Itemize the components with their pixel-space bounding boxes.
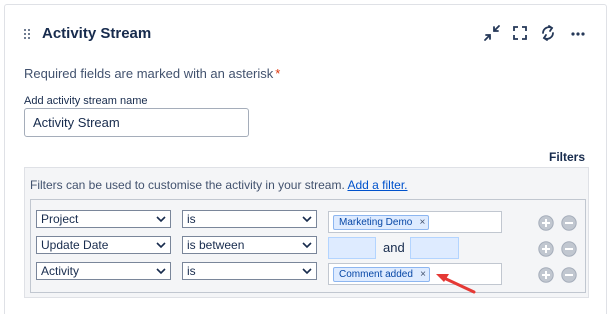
filters-heading: Filters	[548, 150, 585, 164]
stream-name-input[interactable]	[24, 108, 249, 137]
remove-row-icon[interactable]	[561, 215, 577, 231]
filter-field-select-activity[interactable]: Activity	[36, 262, 171, 280]
gadget-title: Activity Stream	[42, 25, 152, 42]
filter-field-value: Project	[41, 212, 79, 226]
and-label: and	[383, 240, 405, 255]
filter-operator-select-activity[interactable]: is	[182, 262, 317, 280]
required-fields-note: Required fields are marked with an aster…	[24, 66, 280, 81]
annotation-arrow-icon	[436, 274, 476, 294]
stream-name-label: Add activity stream name	[24, 95, 148, 107]
remove-tag-icon[interactable]: ×	[420, 268, 426, 281]
add-row-icon[interactable]	[538, 241, 554, 257]
tag-label: Comment added	[339, 269, 413, 280]
filter-operator-select-project[interactable]: is	[182, 210, 317, 228]
drag-handle-icon[interactable]	[24, 29, 32, 41]
filters-description: Filters can be used to customise the act…	[30, 178, 408, 192]
filter-field-value: Activity	[41, 264, 80, 278]
chevron-down-icon	[156, 216, 166, 223]
filter-operator-value: is	[187, 264, 196, 278]
chevron-down-icon	[156, 242, 166, 249]
chevron-down-icon	[302, 216, 312, 223]
filter-field-value: Update Date	[41, 238, 109, 252]
add-row-icon[interactable]	[538, 267, 554, 283]
filter-operator-select-update-date[interactable]: is between	[182, 236, 317, 254]
more-icon[interactable]	[569, 24, 587, 42]
filter-operator-value: is between	[187, 238, 245, 252]
value-tag-marketing-demo: Marketing Demo ×	[333, 215, 430, 230]
filter-field-select-update-date[interactable]: Update Date	[36, 236, 171, 254]
chevron-down-icon	[156, 268, 166, 275]
remove-row-icon[interactable]	[561, 267, 577, 283]
date-from-input[interactable]	[328, 237, 376, 259]
date-to-input[interactable]	[410, 237, 459, 259]
add-filter-link[interactable]: Add a filter.	[347, 178, 407, 192]
required-asterisk: *	[275, 66, 281, 81]
tag-label: Marketing Demo	[339, 217, 413, 228]
fullscreen-icon[interactable]	[511, 24, 529, 42]
required-note-text: Required fields are marked with an aster…	[24, 66, 274, 81]
filter-operator-value: is	[187, 212, 196, 226]
remove-row-icon[interactable]	[561, 241, 577, 257]
minimize-icon[interactable]	[483, 24, 501, 42]
filter-field-select-project[interactable]: Project	[36, 210, 171, 228]
remove-tag-icon[interactable]: ×	[420, 216, 426, 229]
value-tag-comment-added: Comment added ×	[333, 267, 430, 282]
filter-value-input-project[interactable]: Marketing Demo ×	[328, 211, 502, 233]
filters-description-text: Filters can be used to customise the act…	[30, 178, 345, 192]
chevron-down-icon	[302, 242, 312, 249]
refresh-icon[interactable]	[539, 24, 557, 42]
add-row-icon[interactable]	[538, 215, 554, 231]
chevron-down-icon	[302, 268, 312, 275]
